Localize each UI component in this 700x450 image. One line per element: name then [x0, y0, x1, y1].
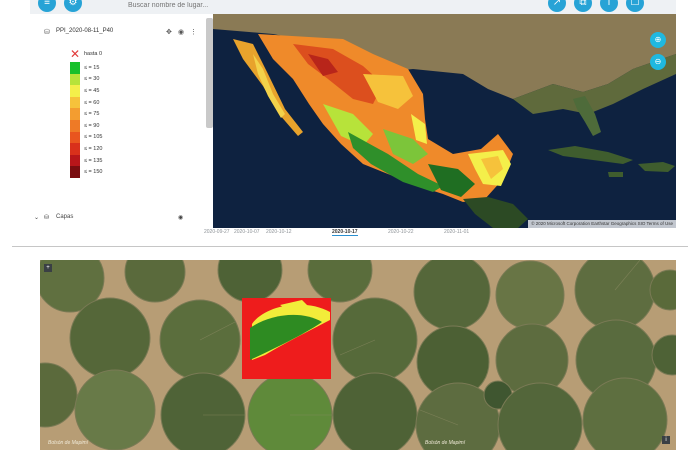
sidebar-scrollbar[interactable] — [206, 18, 213, 128]
timeline-date[interactable]: 2020-10-12 — [266, 229, 292, 235]
crop-fields-image — [40, 260, 676, 450]
satellite-map — [213, 14, 676, 228]
legend-item: ≤ = 120 — [70, 143, 130, 155]
more-options-icon[interactable]: ⋮ — [190, 28, 197, 36]
legend-label: ≤ = 105 — [84, 134, 103, 141]
legend-items: ≤ = 15 ≤ = 30 ≤ = 45 ≤ = 60 ≤ = 75 ≤ = 90 ≤ = … — [70, 62, 130, 178]
legend-swatch — [70, 73, 80, 86]
divider — [12, 246, 688, 247]
map-viewer-panel: ≡ ⚙ ↗ ⧉ i ☐ ⛁ PPI_2020-08-11_P40 ✥ ◉ ⋮ ✕… — [30, 0, 676, 236]
visibility-icon[interactable]: ◉ — [178, 28, 184, 36]
legend-swatch — [70, 131, 80, 144]
zoom-in-icon[interactable]: ⊕ — [650, 32, 666, 48]
satellite-caption-left: Bolsón de Mapimí — [48, 440, 89, 446]
legend-swatch — [70, 85, 80, 97]
legend-none-label: hasta 0 — [84, 51, 103, 57]
map-attribution: © 2020 Microsoft Corporation Earthstar G… — [528, 220, 676, 228]
capas-label: Capas — [56, 214, 74, 220]
zoom-out-icon[interactable]: ⊖ — [650, 54, 666, 70]
satellite-detail-image: Bolsón de Mapimí Bolsón de Mapimí + i — [40, 260, 676, 450]
legend-swatch — [70, 119, 80, 132]
legend-item: ≤ = 105 — [70, 131, 130, 144]
copy-icon[interactable]: ⧉ — [574, 0, 592, 12]
share-icon[interactable]: ↗ — [548, 0, 566, 12]
settings-icon[interactable]: ⚙ — [64, 0, 82, 12]
legend-item: ≤ = 90 — [70, 119, 130, 132]
layer-icon: ⛁ — [44, 29, 50, 36]
legend-swatch — [70, 62, 80, 74]
layer-name: PPI_2020-08-11_P40 — [56, 28, 114, 34]
legend-swatch — [70, 96, 80, 109]
capas-visibility-icon[interactable]: ◉ — [178, 214, 183, 221]
legend-item: ≤ = 75 — [70, 108, 130, 120]
map-canvas[interactable]: ⊕ ⊖ © 2020 Microsoft Corporation Earthst… — [213, 14, 676, 228]
legend-label: ≤ = 15 — [84, 64, 100, 71]
satellite-info-icon[interactable]: i — [662, 436, 670, 444]
timeline-date[interactable]: 2020-10-07 — [234, 229, 260, 235]
satellite-caption-right: Bolsón de Mapimí — [425, 440, 466, 446]
legend-label: ≤ = 75 — [84, 111, 100, 118]
legend-label: ≤ = 45 — [84, 87, 100, 94]
layer-row[interactable]: ⛁ PPI_2020-08-11_P40 ✥ ◉ ⋮ — [44, 28, 197, 40]
info-icon[interactable]: i — [600, 0, 618, 12]
timeline-date[interactable]: 2020-11-01 — [444, 229, 469, 235]
legend-none-item: ✕ hasta 0 — [70, 47, 130, 62]
layer-sidebar: ⛁ PPI_2020-08-11_P40 ✥ ◉ ⋮ ✕ hasta 0 ≤ =… — [30, 14, 214, 228]
timeline-date[interactable]: 2020-10-17 — [332, 229, 358, 236]
legend-label: ≤ = 120 — [84, 145, 103, 152]
timeline-date[interactable]: 2020-09-27 — [204, 229, 230, 235]
search-input[interactable] — [128, 0, 428, 11]
satellite-zoom-control[interactable]: + — [44, 264, 52, 272]
move-icon[interactable]: ✥ — [166, 28, 172, 36]
legend-item: ≤ = 150 — [70, 166, 130, 178]
legend-label: ≤ = 30 — [84, 76, 100, 83]
timeline-date[interactable]: 2020-10-22 — [388, 229, 414, 235]
legend-swatch — [70, 166, 80, 178]
legend-label: ≤ = 150 — [84, 169, 103, 176]
capas-row[interactable]: ⌄ ⛁ Capas ◉ — [34, 214, 184, 224]
legend-swatch — [70, 154, 80, 167]
bookmark-icon[interactable]: ☐ — [626, 0, 644, 12]
legend-label: ≤ = 60 — [84, 99, 100, 106]
legend-item: ≤ = 135 — [70, 154, 130, 167]
no-data-icon: ✕ — [70, 47, 81, 61]
layers-icon[interactable]: ≡ — [38, 0, 56, 12]
toolbar: ≡ ⚙ ↗ ⧉ i ☐ — [30, 0, 676, 14]
legend-swatch — [70, 143, 80, 155]
chevron-down-icon[interactable]: ⌄ — [34, 214, 39, 221]
legend-item: ≤ = 15 — [70, 62, 130, 74]
layers-group-icon: ⛁ — [44, 215, 50, 221]
legend-item: ≤ = 30 — [70, 73, 130, 86]
legend-item: ≤ = 45 — [70, 85, 130, 97]
legend-label: ≤ = 90 — [84, 122, 100, 129]
timeline: 2020-09-27 2020-10-07 2020-10-12 2020-10-17… — [30, 228, 676, 236]
legend-item: ≤ = 60 — [70, 96, 130, 109]
legend: ✕ hasta 0 ≤ = 15 ≤ = 30 ≤ = 45 ≤ = 60 ≤ = 75… — [70, 47, 130, 178]
legend-label: ≤ = 135 — [84, 157, 103, 164]
legend-swatch — [70, 108, 80, 120]
